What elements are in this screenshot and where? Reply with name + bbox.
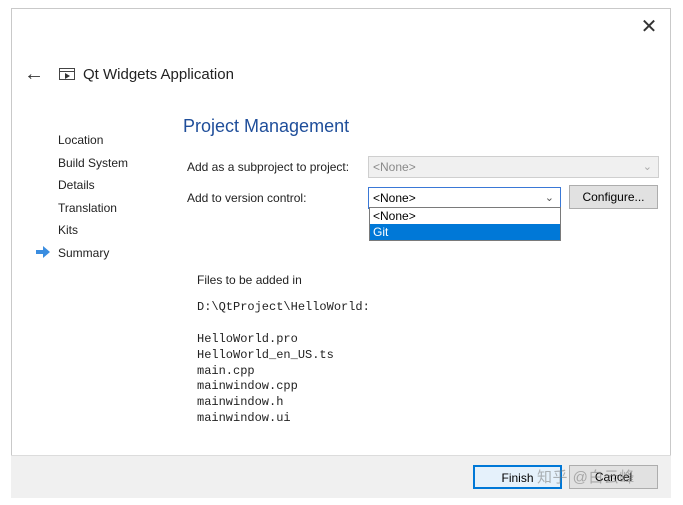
current-step-arrow-icon — [36, 246, 50, 258]
chevron-down-icon[interactable]: ⌄ — [545, 188, 554, 208]
version-control-combobox[interactable]: <None> ⌄ — [368, 187, 561, 209]
step-location: Location — [58, 133, 104, 147]
configure-button[interactable]: Configure... — [569, 185, 658, 209]
watermark: 知乎 @白云峰 — [537, 469, 635, 486]
back-arrow-icon[interactable]: ← — [24, 63, 44, 85]
file-item: main.cpp — [197, 363, 255, 378]
file-item: HelloWorld.pro — [197, 332, 298, 346]
chevron-down-icon: ⌄ — [642, 161, 652, 173]
files-list: HelloWorld.pro HelloWorld_en_US.ts main.… — [197, 332, 334, 427]
subproject-label: Add as a subproject to project: — [187, 160, 350, 174]
file-item: mainwindow.cpp — [197, 379, 298, 394]
file-item: mainwindow.ui — [197, 410, 291, 425]
file-item: HelloWorld_en_US.ts — [197, 347, 334, 362]
step-details: Details — [58, 178, 95, 192]
option-git[interactable]: Git — [370, 224, 560, 240]
subproject-value: <None> — [373, 160, 416, 174]
file-item: mainwindow.h — [197, 395, 284, 410]
close-icon[interactable]: ✕ — [640, 17, 658, 37]
step-translation: Translation — [58, 200, 117, 215]
version-control-value: <None> — [373, 191, 416, 205]
step-kits: Kits — [58, 223, 79, 237]
step-build-system: Build System — [58, 155, 129, 170]
files-heading: Files to be added in — [197, 273, 302, 287]
version-control-dropdown: <None> Git — [369, 207, 561, 241]
wizard-steps: Location Build System Details Translatio… — [58, 131, 128, 266]
page-title: Project Management — [183, 116, 350, 136]
step-summary: Summary — [58, 245, 110, 260]
application-window-icon — [59, 68, 75, 80]
files-path: D:\QtProject\HelloWorld: — [197, 300, 370, 314]
subproject-combobox: <None> ⌄ — [368, 156, 659, 178]
wizard-title: Qt Widgets Application — [83, 66, 234, 83]
version-control-label: Add to version control: — [187, 191, 307, 205]
option-none[interactable]: <None> — [370, 208, 560, 224]
